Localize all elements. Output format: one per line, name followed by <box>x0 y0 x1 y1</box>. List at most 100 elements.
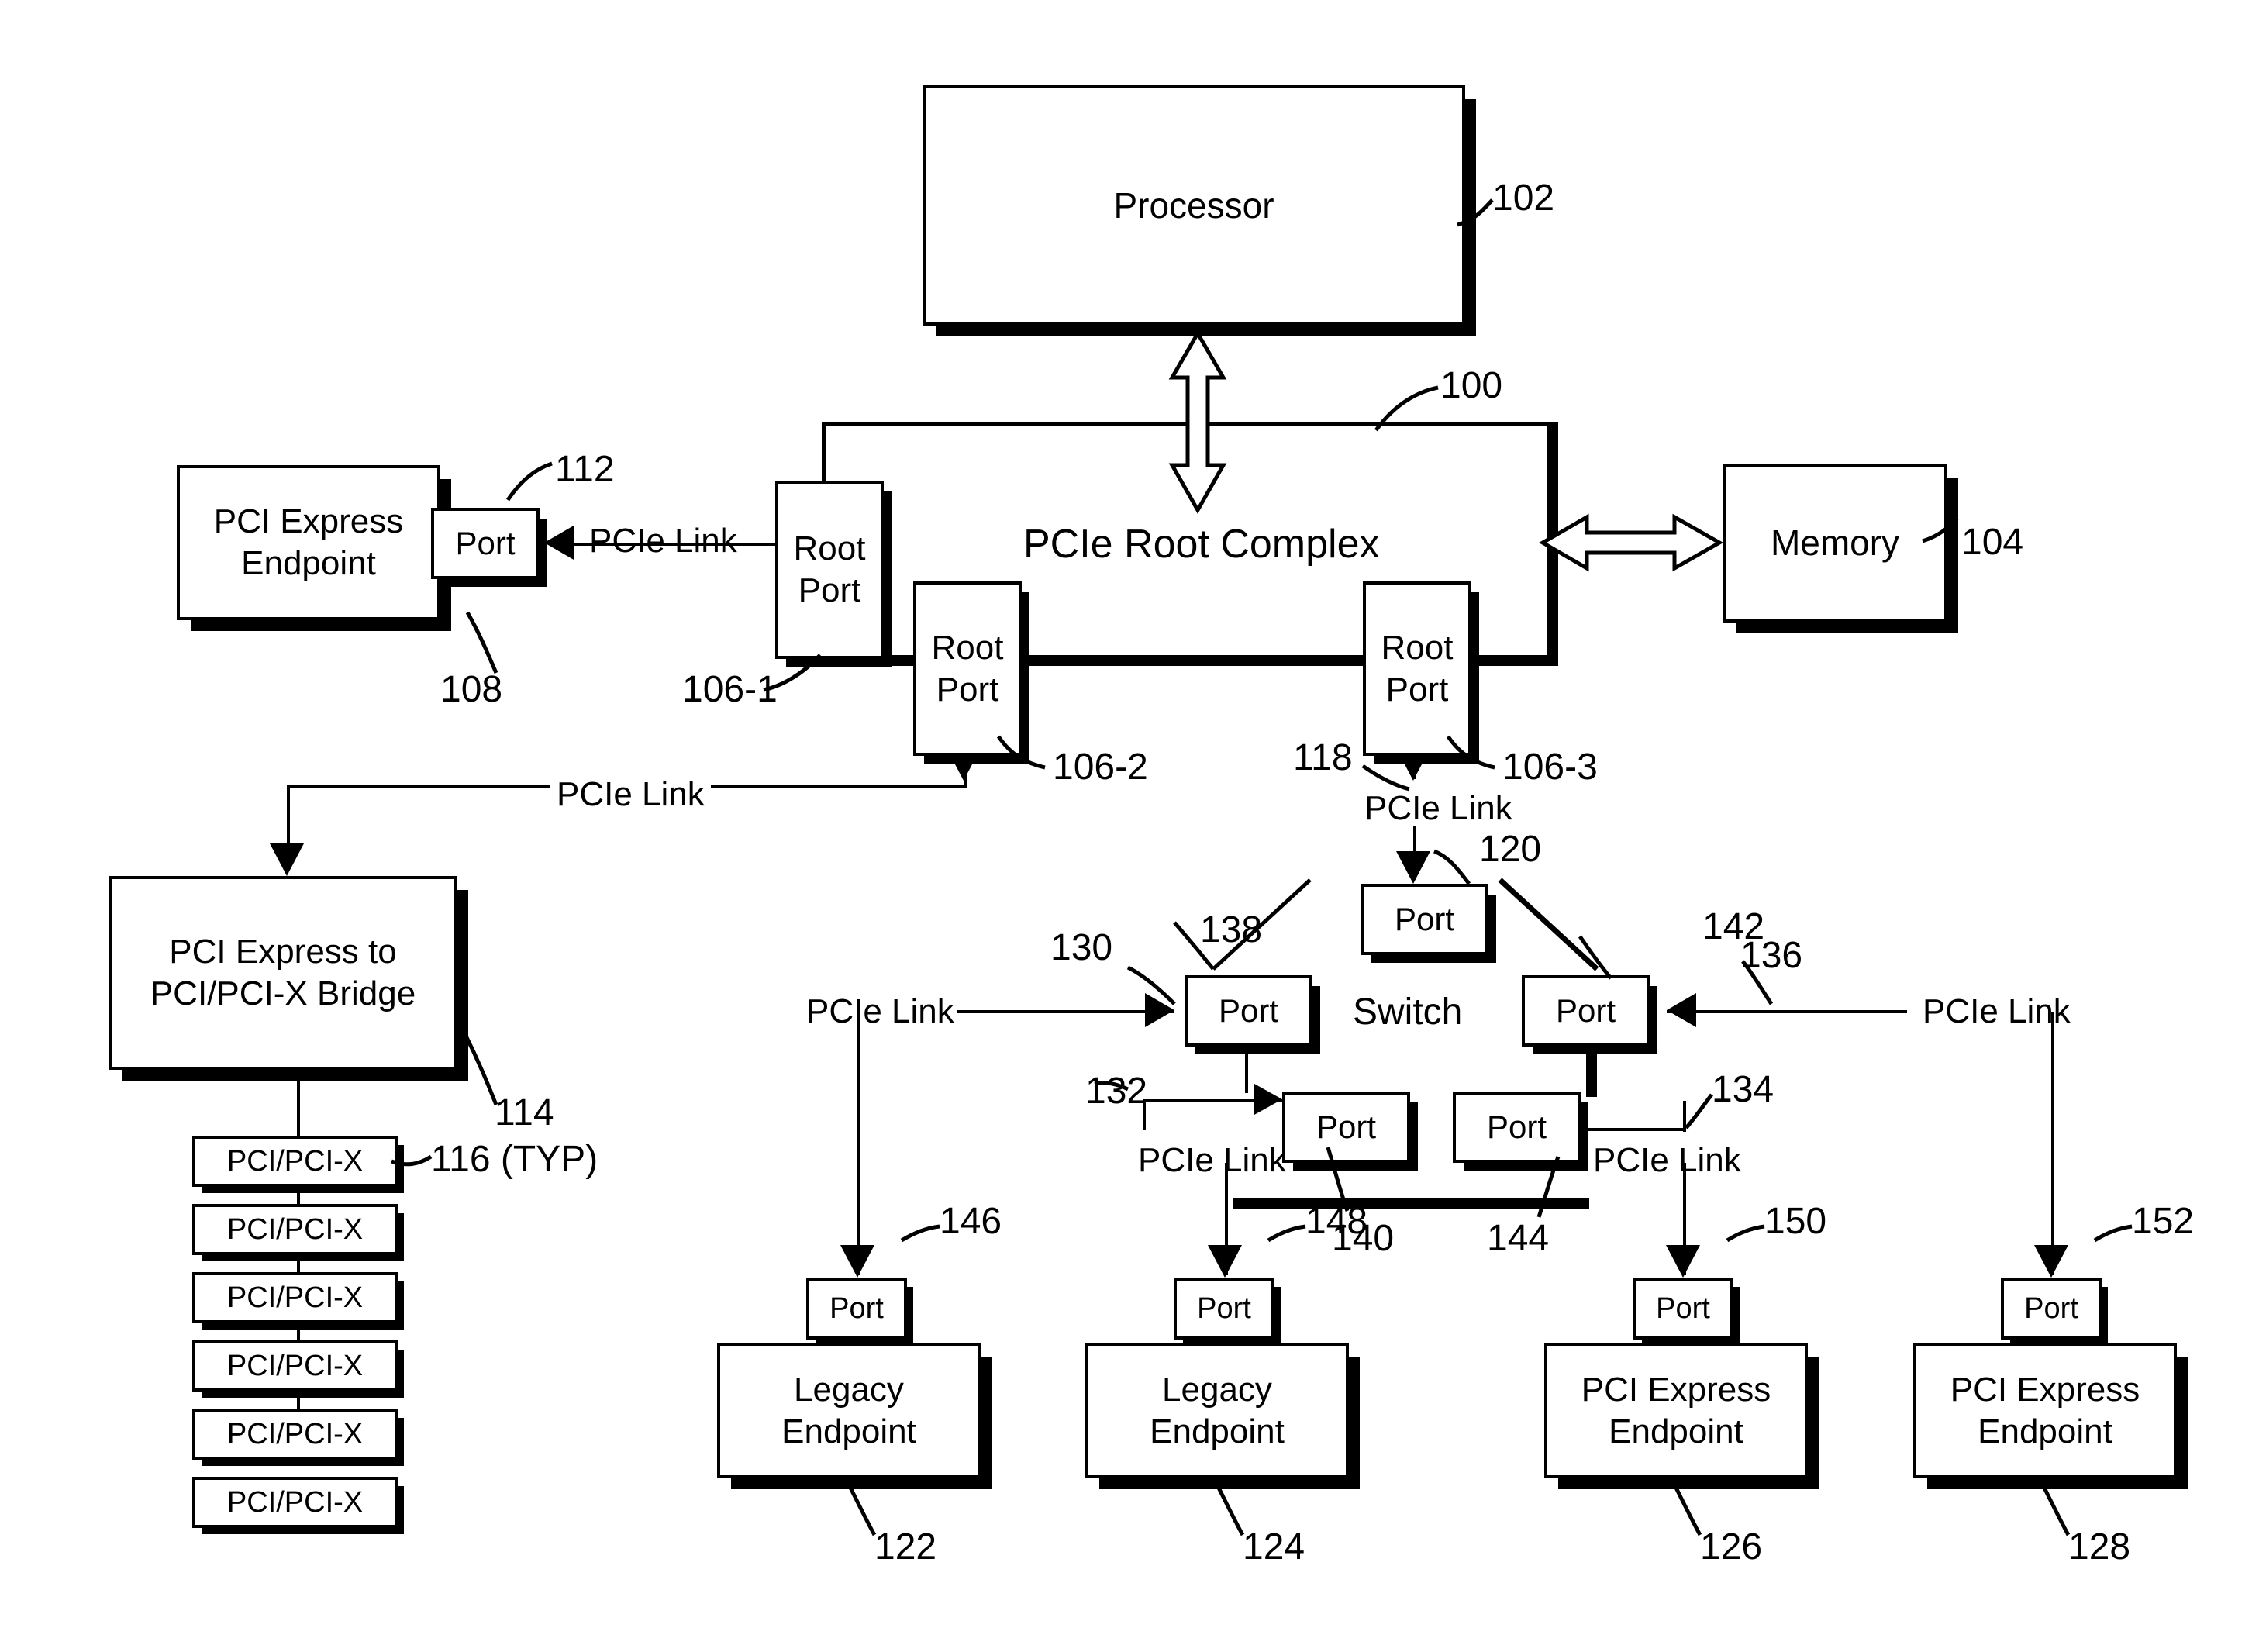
pci-x-slot-5-label: PCI/PCI-X <box>226 1417 364 1450</box>
pci-x-slot-2[interactable]: PCI/PCI-X <box>192 1204 398 1255</box>
pci-x-slot-2-label: PCI/PCI-X <box>226 1212 364 1246</box>
leader-122 <box>843 1475 877 1536</box>
switch-label: Switch <box>1353 992 1463 1033</box>
pcie-endpoint-2-block[interactable]: PCI Express Endpoint <box>1913 1343 2177 1478</box>
legacy-endpoint-2-line2: Endpoint <box>1150 1412 1285 1450</box>
port-120-label: Port <box>1394 901 1455 938</box>
legacy-endpoint-1-line2: Endpoint <box>781 1412 916 1450</box>
root-port-1-line2: Port <box>798 571 861 609</box>
pcie-endpoint-2-line2: Endpoint <box>1978 1412 2112 1450</box>
pci-x-slot-4[interactable]: PCI/PCI-X <box>192 1340 398 1392</box>
port-148-label: Port <box>1197 1292 1251 1325</box>
pci-x-slot-3[interactable]: PCI/PCI-X <box>192 1272 398 1323</box>
leader-114 <box>461 1029 498 1105</box>
link-line-130 <box>957 1010 1174 1013</box>
rc-memory-double-arrow <box>1539 513 1724 572</box>
leader-126 <box>1668 1475 1702 1536</box>
ref-152: 152 <box>2132 1201 2195 1242</box>
port-112-block[interactable]: Port <box>431 508 540 579</box>
rc-top-wall <box>822 422 1554 426</box>
memory-label: Memory <box>1770 523 1900 564</box>
ref-144: 144 <box>1487 1218 1550 1259</box>
root-port-1-block[interactable]: Root Port <box>775 481 884 659</box>
pci-x-slot-6[interactable]: PCI/PCI-X <box>192 1477 398 1528</box>
port-140-block[interactable]: Port <box>1282 1092 1410 1163</box>
pcie-endpoint-1-line2: Endpoint <box>1609 1412 1743 1450</box>
processor-block[interactable]: Processor <box>923 85 1465 326</box>
pci-x-slot-6-label: PCI/PCI-X <box>226 1485 364 1519</box>
leader-112 <box>505 461 553 502</box>
ref-106-1: 106-1 <box>682 669 778 710</box>
pcie-endpoint-left-line1: PCI Express <box>213 502 404 541</box>
root-port-2-line2: Port <box>936 670 999 709</box>
patent-figure-canvas: Processor 102 PCIe Root Complex 100 Memo… <box>0 0 2259 1652</box>
port-148-block[interactable]: Port <box>1174 1278 1274 1340</box>
link-label-112-106-1: PCIe Link <box>589 522 737 560</box>
port-146-label: Port <box>829 1292 884 1325</box>
leader-134 <box>1685 1093 1713 1129</box>
ref-146: 146 <box>940 1201 1002 1242</box>
port-138-block[interactable]: Port <box>1185 975 1312 1047</box>
ref-106-2: 106-2 <box>1053 747 1148 788</box>
bridge-line2: PCI/PCI-X Bridge <box>150 974 416 1012</box>
bridge-line1: PCI Express to <box>169 933 397 971</box>
root-port-2-block[interactable]: Root Port <box>913 581 1022 756</box>
link-label-bridge: PCIe Link <box>550 775 711 814</box>
legacy-endpoint-1-line1: Legacy <box>794 1370 904 1409</box>
link-line-134-v <box>1683 1101 1686 1132</box>
ref-136: 136 <box>1740 935 1803 976</box>
link-line-118-lower <box>1413 826 1416 880</box>
ref-116: 116 (TYP) <box>431 1139 598 1180</box>
root-port-1-line1: Root <box>793 529 866 568</box>
port-146-block[interactable]: Port <box>806 1278 907 1340</box>
bridge-block[interactable]: PCI Express to PCI/PCI-X Bridge <box>109 876 457 1070</box>
leaf-line-122 <box>857 1012 860 1275</box>
link-label-134: PCIe Link <box>1593 1141 1741 1179</box>
ref-112: 112 <box>555 449 615 490</box>
port-150-block[interactable]: Port <box>1633 1278 1733 1340</box>
switch-bottom-bar <box>1233 1198 1589 1209</box>
switch-138-to-140-stub <box>1245 1043 1248 1093</box>
legacy-endpoint-1-block[interactable]: Legacy Endpoint <box>717 1343 981 1478</box>
port-120-block[interactable]: Port <box>1361 884 1488 955</box>
ref-126: 126 <box>1700 1526 1763 1568</box>
link-label-136: PCIe Link <box>1923 992 2071 1030</box>
root-complex-label: PCIe Root Complex <box>1023 522 1380 567</box>
ref-102: 102 <box>1492 178 1555 219</box>
pcie-endpoint-2-line1: PCI Express <box>1950 1370 2140 1409</box>
pci-x-slot-3-label: PCI/PCI-X <box>226 1281 364 1314</box>
ref-100: 100 <box>1440 365 1503 406</box>
leader-148 <box>1267 1224 1306 1243</box>
leader-130 <box>1126 965 1176 1005</box>
pci-x-slot-1-label: PCI/PCI-X <box>226 1144 364 1178</box>
processor-label: Processor <box>1113 185 1274 226</box>
root-port-3-block[interactable]: Root Port <box>1363 581 1471 756</box>
root-port-2-line1: Root <box>931 628 1004 667</box>
legacy-endpoint-2-block[interactable]: Legacy Endpoint <box>1085 1343 1349 1478</box>
legacy-endpoint-2-line1: Legacy <box>1162 1370 1272 1409</box>
pcie-endpoint-left-block[interactable]: PCI Express Endpoint <box>177 465 440 620</box>
ref-124: 124 <box>1243 1526 1305 1568</box>
port-112-label: Port <box>455 525 516 562</box>
leader-152 <box>2093 1224 2133 1243</box>
pcie-endpoint-1-block[interactable]: PCI Express Endpoint <box>1544 1343 1808 1478</box>
port-142-label: Port <box>1555 992 1616 1029</box>
link-line-bridge-v2 <box>287 785 290 858</box>
link-label-130: PCIe Link <box>806 992 954 1030</box>
pci-x-slot-5[interactable]: PCI/PCI-X <box>192 1409 398 1460</box>
pci-x-slot-1[interactable]: PCI/PCI-X <box>192 1136 398 1187</box>
processor-rc-double-arrow <box>1168 329 1227 515</box>
port-144-block[interactable]: Port <box>1453 1092 1581 1163</box>
root-port-3-line2: Port <box>1385 670 1449 709</box>
memory-block[interactable]: Memory <box>1723 464 1947 623</box>
rc-right-wall <box>1547 422 1558 666</box>
ref-128: 128 <box>2068 1526 2131 1568</box>
port-152-block[interactable]: Port <box>2001 1278 2102 1340</box>
port-142-block[interactable]: Port <box>1522 975 1650 1047</box>
leader-128 <box>2037 1475 2071 1536</box>
port-144-label: Port <box>1486 1109 1547 1146</box>
ref-104: 104 <box>1961 522 2024 563</box>
link-line-132-h <box>1143 1099 1282 1102</box>
ref-138: 138 <box>1200 909 1263 950</box>
ref-106-3: 106-3 <box>1502 747 1598 788</box>
